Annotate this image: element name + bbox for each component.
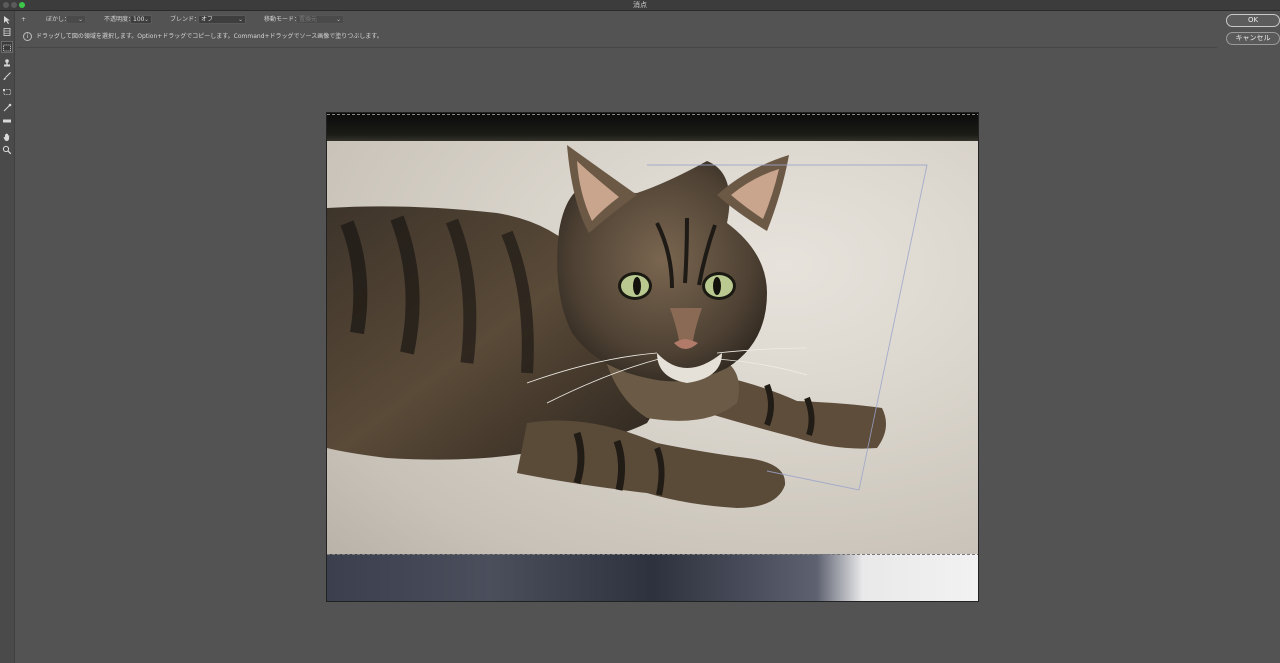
info-text: ドラッグして図の領域を選択します。Option+ドラッグでコピーします。Comm…	[36, 33, 383, 40]
image-canvas[interactable]	[326, 112, 979, 602]
title-bar: 消点	[0, 0, 1280, 11]
stamp-icon[interactable]	[1, 57, 13, 69]
edit-plane-icon[interactable]	[1, 26, 13, 38]
window-title: 消点	[633, 1, 647, 9]
divider	[17, 47, 1217, 48]
photo-bottom-strip	[327, 554, 978, 601]
measure-icon[interactable]	[1, 115, 13, 127]
info-icon: i	[23, 32, 32, 41]
info-bar: i ドラッグして図の領域を選択します。Option+ドラッグでコピーします。Co…	[17, 29, 1217, 45]
move-mode-select[interactable]: 置換元 ⌄	[296, 15, 344, 24]
options-bar: + ぼかし： ⌄ 不透明度： 100 ⌄ ブレンド： オフ ⌄ 移動モード： 置換元…	[17, 12, 1217, 28]
zoom-icon[interactable]	[1, 144, 13, 156]
selection-edge-bottom	[327, 554, 978, 555]
select-arrow-icon[interactable]	[1, 14, 13, 26]
cat-photo	[327, 145, 928, 508]
hand-icon[interactable]	[1, 131, 13, 143]
brush-icon[interactable]	[1, 70, 13, 82]
opacity-field[interactable]: 100 ⌄	[130, 15, 152, 24]
marquee-icon[interactable]	[1, 41, 13, 53]
eyedropper-icon[interactable]	[1, 102, 13, 114]
blur-field[interactable]: ⌄	[66, 15, 86, 24]
blend-select[interactable]: オフ ⌄	[198, 15, 246, 24]
transform-icon[interactable]	[1, 86, 13, 98]
ok-button[interactable]: OK	[1226, 14, 1280, 27]
blend-label: ブレンド：	[170, 16, 201, 23]
plus-label: +	[21, 16, 27, 23]
move-mode-label: 移動モード：	[264, 16, 301, 23]
cancel-button[interactable]: キャンセル	[1226, 32, 1280, 45]
tool-panel	[0, 11, 15, 663]
selection-edge-top	[327, 114, 978, 115]
